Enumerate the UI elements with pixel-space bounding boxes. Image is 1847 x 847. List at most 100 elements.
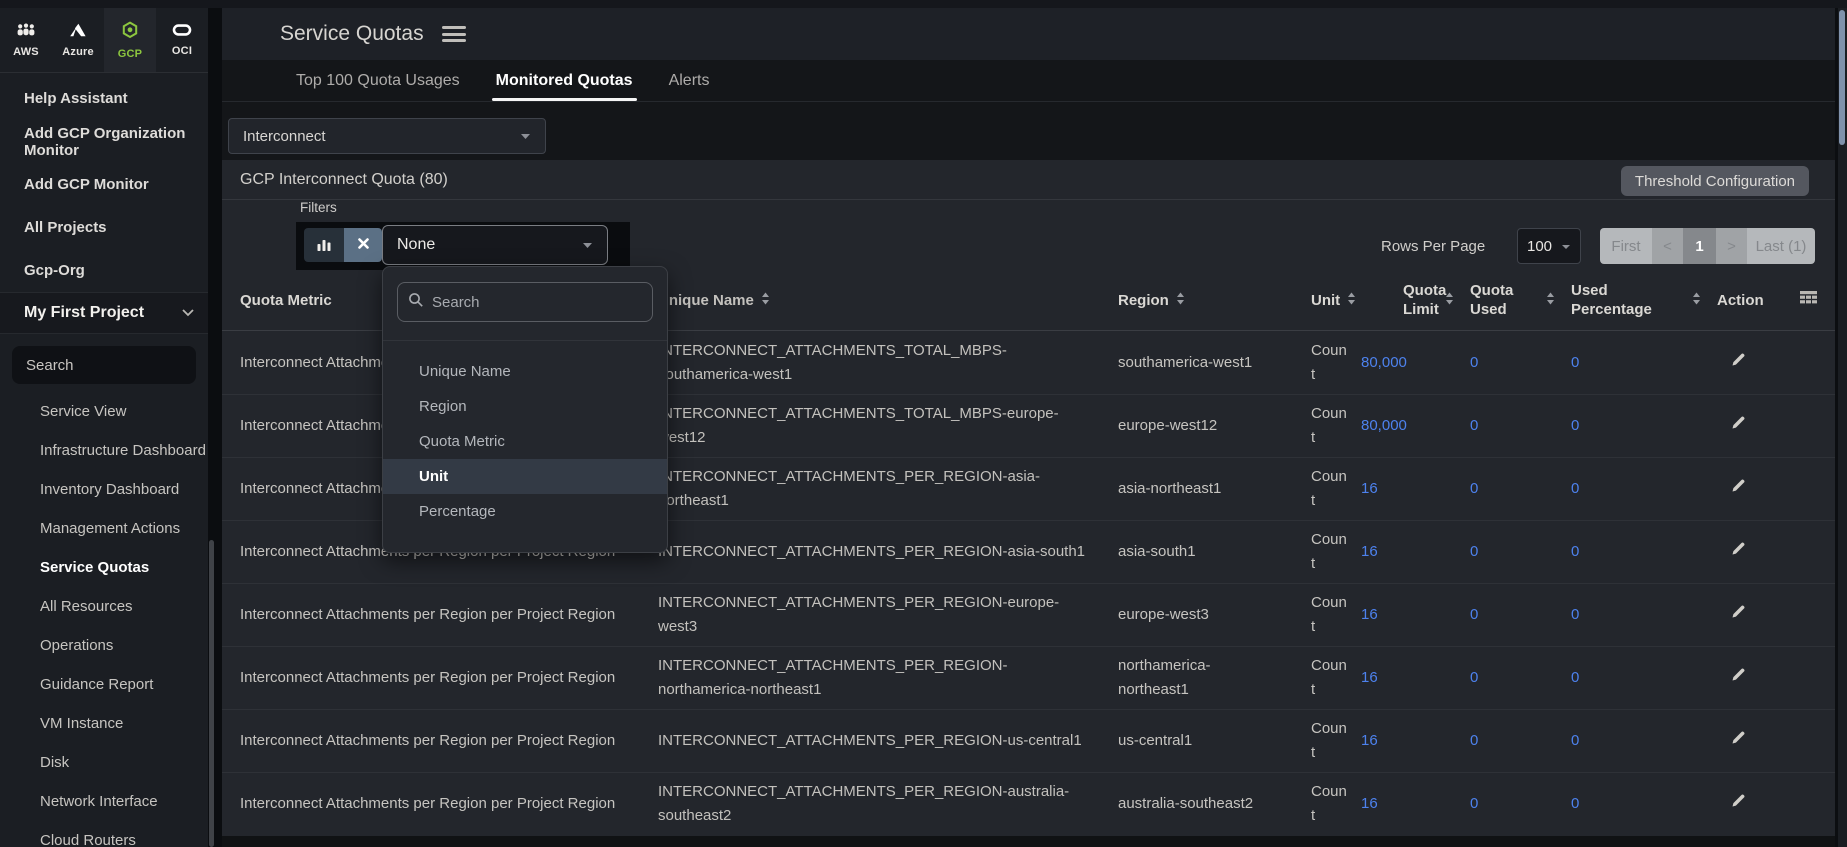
- tab-monitored-quotas[interactable]: Monitored Quotas: [496, 60, 633, 101]
- cell-quota-used-link[interactable]: 0: [1470, 792, 1571, 816]
- sidebar-item-add-gcp-monitor[interactable]: Add GCP Monitor: [0, 163, 208, 206]
- provider-tab-aws[interactable]: AWS: [0, 8, 52, 72]
- cell-quota-limit-link[interactable]: 16: [1361, 729, 1470, 753]
- cell-quota-limit-link[interactable]: 16: [1361, 477, 1470, 501]
- pagination-next-button[interactable]: >: [1716, 228, 1747, 264]
- edit-pencil-icon[interactable]: [1731, 729, 1746, 753]
- column-chooser-icon[interactable]: [1800, 291, 1817, 310]
- sidebar-search-input[interactable]: [26, 357, 225, 374]
- threshold-configuration-button[interactable]: Threshold Configuration: [1621, 166, 1809, 196]
- oci-icon: [172, 23, 192, 41]
- sidebar-item-all-resources[interactable]: All Resources: [0, 587, 208, 626]
- sidebar-item-all-projects[interactable]: All Projects: [0, 206, 208, 249]
- cell-used-percentage-link[interactable]: 0: [1571, 729, 1717, 753]
- hamburger-menu-icon[interactable]: [442, 26, 466, 42]
- filter-chip-close-button[interactable]: [344, 228, 382, 262]
- pagination-last-button[interactable]: Last (1): [1747, 228, 1815, 264]
- sidebar-item-network-interface[interactable]: Network Interface: [0, 782, 208, 821]
- cell-region: asia-northeast1: [1118, 477, 1311, 501]
- sidebar-item-cloud-routers[interactable]: Cloud Routers: [0, 821, 208, 847]
- tab-bar: Top 100 Quota Usages Monitored Quotas Al…: [222, 60, 1835, 102]
- provider-tab-gcp[interactable]: GCP: [104, 8, 156, 72]
- page-title: Service Quotas: [280, 22, 424, 46]
- sidebar-item-vm-instance[interactable]: VM Instance: [0, 704, 208, 743]
- sidebar-item-guidance-report[interactable]: Guidance Report: [0, 665, 208, 704]
- tab-top-100-quota-usages[interactable]: Top 100 Quota Usages: [296, 60, 460, 101]
- sidebar-item-label: All Resources: [40, 598, 133, 615]
- sidebar-item-management-actions[interactable]: Management Actions: [0, 509, 208, 548]
- column-header-unit[interactable]: Unit: [1311, 291, 1403, 310]
- cell-used-percentage-link[interactable]: 0: [1571, 666, 1717, 690]
- provider-tab-azure[interactable]: Azure: [52, 8, 104, 72]
- cell-action: [1717, 603, 1835, 627]
- dropdown-option-quota-metric[interactable]: Quota Metric: [383, 424, 667, 459]
- edit-pencil-icon[interactable]: [1731, 477, 1746, 501]
- column-header-quota-used[interactable]: Quota Used: [1470, 281, 1571, 319]
- sidebar-item-operations[interactable]: Operations: [0, 626, 208, 665]
- cell-unique-name: INTERCONNECT_ATTACHMENTS_PER_REGION-asia…: [658, 540, 1118, 564]
- sidebar-scrollbar-thumb[interactable]: [209, 540, 214, 847]
- azure-icon: [69, 23, 87, 42]
- cell-quota-used-link[interactable]: 0: [1470, 477, 1571, 501]
- cell-quota-limit-link[interactable]: 16: [1361, 792, 1470, 816]
- sidebar-item-add-gcp-organization-monitor[interactable]: Add GCP Organization Monitor: [0, 120, 208, 163]
- cell-quota-limit-link[interactable]: 80,000: [1361, 351, 1470, 375]
- sidebar-item-service-quotas[interactable]: Service Quotas: [0, 548, 208, 587]
- cell-quota-used-link[interactable]: 0: [1470, 351, 1571, 375]
- rows-per-page-label: Rows Per Page: [1381, 238, 1485, 255]
- sort-icon: [761, 291, 770, 310]
- dropdown-search-input[interactable]: [432, 294, 642, 311]
- cell-used-percentage-link[interactable]: 0: [1571, 414, 1717, 438]
- cell-used-percentage-link[interactable]: 0: [1571, 477, 1717, 501]
- edit-pencil-icon[interactable]: [1731, 603, 1746, 627]
- cell-unit: Count: [1311, 339, 1361, 387]
- cell-used-percentage-link[interactable]: 0: [1571, 351, 1717, 375]
- sidebar-item-service-view[interactable]: Service View: [0, 392, 208, 431]
- sidebar-item-label: Cloud Routers: [40, 832, 136, 847]
- sidebar-item-infrastructure-dashboard[interactable]: Infrastructure Dashboard: [0, 431, 208, 470]
- cell-used-percentage-link[interactable]: 0: [1571, 603, 1717, 627]
- dropdown-option-unit[interactable]: Unit: [383, 459, 667, 494]
- pagination-current-page[interactable]: 1: [1683, 228, 1716, 264]
- project-selector[interactable]: My First Project: [0, 292, 208, 334]
- cell-used-percentage-link[interactable]: 0: [1571, 792, 1717, 816]
- cell-quota-limit-link[interactable]: 16: [1361, 540, 1470, 564]
- edit-pencil-icon[interactable]: [1731, 666, 1746, 690]
- column-header-quota-limit[interactable]: Quota Limit: [1403, 281, 1470, 319]
- cell-quota-limit-link[interactable]: 16: [1361, 603, 1470, 627]
- sidebar-item-disk[interactable]: Disk: [0, 743, 208, 782]
- sidebar-item-gcp-org[interactable]: Gcp-Org: [0, 249, 208, 292]
- filter-attribute-select[interactable]: None: [382, 225, 608, 265]
- edit-pencil-icon[interactable]: [1731, 351, 1746, 375]
- edit-pencil-icon[interactable]: [1731, 414, 1746, 438]
- cell-quota-used-link[interactable]: 0: [1470, 666, 1571, 690]
- provider-tab-oci[interactable]: OCI: [156, 8, 208, 72]
- option-label: Percentage: [419, 503, 496, 520]
- cell-region: europe-west3: [1118, 603, 1311, 627]
- dropdown-option-unique-name[interactable]: Unique Name: [383, 354, 667, 389]
- rows-per-page-select[interactable]: 100: [1517, 228, 1581, 264]
- cell-quota-used-link[interactable]: 0: [1470, 540, 1571, 564]
- cell-quota-used-link[interactable]: 0: [1470, 603, 1571, 627]
- cell-quota-used-link[interactable]: 0: [1470, 729, 1571, 753]
- edit-pencil-icon[interactable]: [1731, 792, 1746, 816]
- tab-alerts[interactable]: Alerts: [669, 60, 710, 101]
- panel-bottom-band: [222, 836, 1835, 847]
- cell-quota-limit-link[interactable]: 16: [1361, 666, 1470, 690]
- cell-quota-limit-link[interactable]: 80,000: [1361, 414, 1470, 438]
- cell-quota-used-link[interactable]: 0: [1470, 414, 1571, 438]
- sidebar-item-inventory-dashboard[interactable]: Inventory Dashboard: [0, 470, 208, 509]
- column-header-unique-name[interactable]: Unique Name: [658, 291, 1118, 310]
- pagination-first-button[interactable]: First: [1600, 228, 1652, 264]
- service-type-select[interactable]: Interconnect: [228, 118, 546, 154]
- vertical-scrollbar-thumb[interactable]: [1839, 10, 1845, 145]
- column-header-region[interactable]: Region: [1118, 291, 1311, 310]
- table-row: Interconnect Attachments per Region per …: [222, 583, 1835, 646]
- cell-used-percentage-link[interactable]: 0: [1571, 540, 1717, 564]
- sidebar-item-help-assistant[interactable]: Help Assistant: [0, 77, 208, 120]
- dropdown-option-percentage[interactable]: Percentage: [383, 494, 667, 529]
- column-header-used-percentage[interactable]: Used Percentage: [1571, 281, 1717, 319]
- dropdown-option-region[interactable]: Region: [383, 389, 667, 424]
- pagination-prev-button[interactable]: <: [1652, 228, 1683, 264]
- edit-pencil-icon[interactable]: [1731, 540, 1746, 564]
